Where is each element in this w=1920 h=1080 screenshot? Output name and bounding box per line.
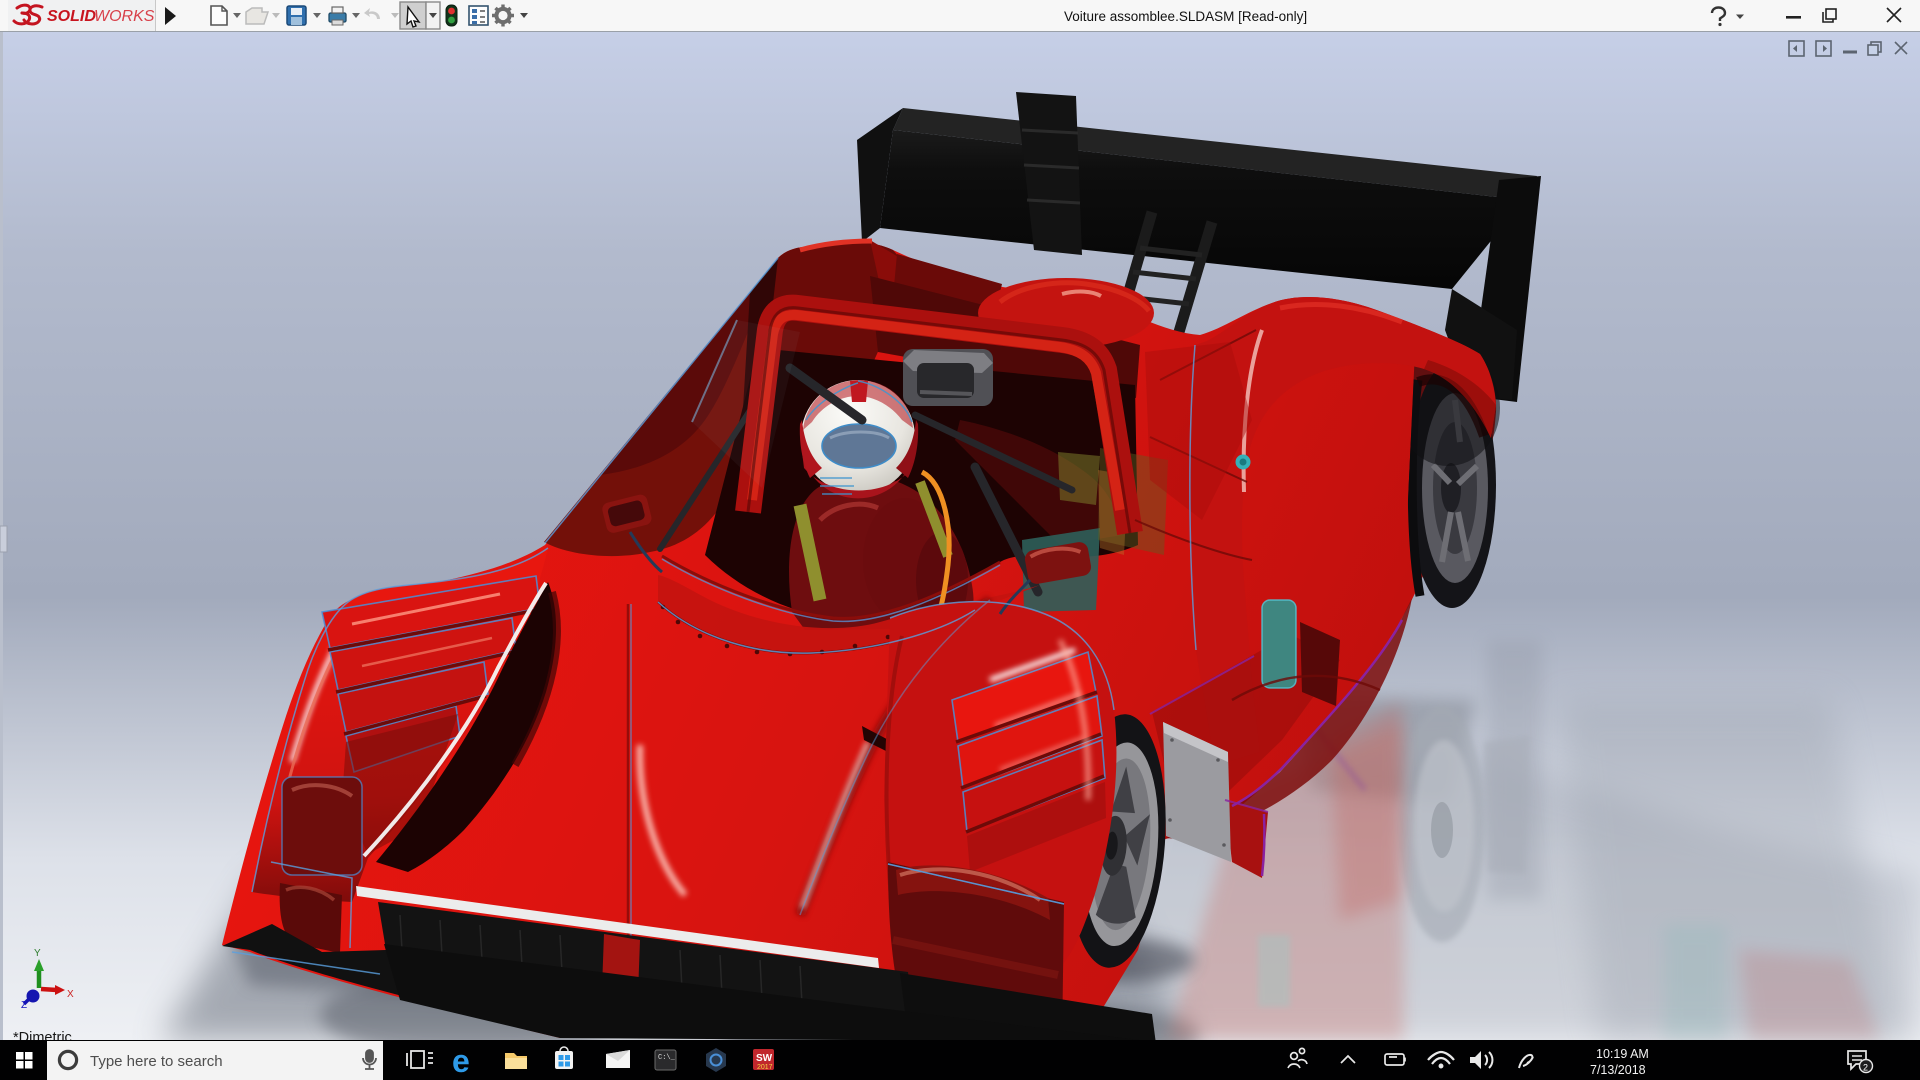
svg-text:Y: Y <box>34 948 41 959</box>
svg-text:SW: SW <box>756 1053 773 1064</box>
svg-text:2017: 2017 <box>757 1064 773 1071</box>
svg-text:SOLID: SOLID <box>47 8 96 25</box>
svg-text:C:\_: C:\_ <box>658 1054 676 1062</box>
svg-text:2: 2 <box>1863 1063 1868 1073</box>
svg-text:Type here to search: Type here to search <box>90 1053 223 1070</box>
svg-text:Voiture assomblee.SLDASM [Read: Voiture assomblee.SLDASM [Read-only] <box>1064 9 1307 24</box>
svg-text:e: e <box>452 1043 470 1079</box>
svg-text:7/13/2018: 7/13/2018 <box>1590 1063 1646 1077</box>
svg-text:10:19 AM: 10:19 AM <box>1596 1047 1649 1061</box>
svg-text:WORKS: WORKS <box>94 8 155 25</box>
svg-text:X: X <box>67 989 74 1000</box>
svg-text:Z: Z <box>21 1000 27 1011</box>
